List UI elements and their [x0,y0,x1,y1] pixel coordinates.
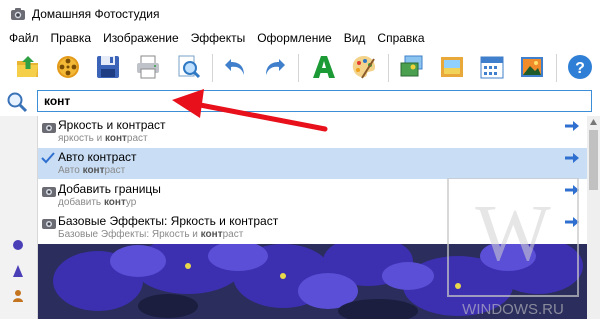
svg-text:?: ? [575,60,585,77]
suggestion-title: Авто контраст [58,150,137,164]
suggestion-item[interactable]: Базовые Эффекты: Яркость и контраст Базо… [38,212,587,243]
subtitle-prefix: добавить [58,197,104,208]
suggestion-title: Добавить границы [58,182,161,196]
print-button[interactable] [132,51,164,83]
tool-dot-icon[interactable] [11,238,25,252]
checkmark-icon [41,152,55,164]
frame-button[interactable] [436,51,468,83]
open-folder-icon [17,56,38,77]
preview-button[interactable] [172,51,204,83]
suggestion-item[interactable]: Яркость и контраст яркость и контраст [38,116,587,147]
printer-icon [137,55,159,79]
subtitle-suffix: раст [126,133,148,144]
postcard-button[interactable] [516,51,548,83]
suggestion-subtitle: Базовые Эффекты: Яркость и контраст [58,229,243,240]
open-button[interactable] [12,51,44,83]
zoom-preview-icon [178,55,201,79]
collage-button[interactable] [396,51,428,83]
help-button[interactable]: ? [564,51,596,83]
go-arrow-icon[interactable] [565,217,579,227]
toolbar-separator [556,54,557,82]
menu-edit[interactable]: Правка [50,31,93,45]
scroll-thumb[interactable] [589,130,598,190]
redo-arrow-icon [266,59,285,75]
floppy-disk-icon [97,56,119,78]
subtitle-suffix: ур [125,197,137,208]
undo-button[interactable] [220,51,252,83]
undo-arrow-icon [225,59,244,75]
library-button[interactable] [52,51,84,83]
toolbar-separator [388,54,389,82]
suggestion-title: Яркость и контраст [58,118,166,132]
suggestion-item[interactable]: Добавить границы добавить контур [38,180,587,211]
title-bar: Домашняя Фотостудия [0,0,600,28]
help-question-icon: ? [568,55,592,79]
camera-icon [42,123,56,133]
redo-button[interactable] [258,51,290,83]
text-button[interactable] [308,51,340,83]
subtitle-suffix: раст [104,165,126,176]
menu-help[interactable]: Справка [376,31,425,45]
go-arrow-icon[interactable] [565,121,579,131]
search-suggestions-dropdown: Яркость и контраст яркость и контраст Ав… [38,116,587,244]
toolbar-separator [298,54,299,82]
window-title: Домашняя Фотостудия [32,7,160,21]
text-a-icon [313,56,335,78]
menu-bar: Файл Правка Изображение Эффекты Оформлен… [0,28,600,48]
subtitle-suffix: раст [222,229,244,240]
palette-button[interactable] [348,51,380,83]
postcard-icon [521,57,543,77]
suggestion-subtitle: яркость и контраст [58,133,148,144]
collage-icon [400,55,423,77]
subtitle-match: конт [200,229,223,240]
menu-image[interactable]: Изображение [102,31,180,45]
subtitle-prefix: Базовые Эффекты: Яркость и [58,229,201,240]
save-button[interactable] [92,51,124,83]
calendar-icon [480,56,504,79]
film-reel-icon [57,56,79,78]
subtitle-match: конт [104,133,127,144]
subtitle-match: конт [82,165,105,176]
frame-icon [441,57,463,77]
go-arrow-icon[interactable] [565,185,579,195]
search-icon [7,92,28,113]
palette-icon [352,56,375,79]
menu-design[interactable]: Оформление [256,31,332,45]
calendar-button[interactable] [476,51,508,83]
camera-icon [42,219,56,229]
subtitle-prefix: яркость и [58,133,105,144]
toolbar: ? [0,48,600,86]
camera-app-icon [11,8,25,20]
tool-cone-icon[interactable] [11,264,25,278]
scrollbar[interactable] [587,116,600,319]
toolbar-separator [212,54,213,82]
subtitle-prefix: Авто [58,165,83,176]
left-tools-strip [0,116,38,319]
tool-person-icon[interactable] [11,289,25,303]
scroll-up-arrow-icon[interactable] [590,119,597,125]
menu-file[interactable]: Файл [8,31,40,45]
menu-view[interactable]: Вид [343,31,367,45]
camera-icon [42,187,56,197]
subtitle-match: конт [103,197,126,208]
suggestion-item[interactable]: Авто контраст Авто контраст [38,148,587,179]
go-arrow-icon[interactable] [565,153,579,163]
suggestion-subtitle: Авто контраст [58,165,125,176]
search-input[interactable] [37,90,592,112]
menu-effects[interactable]: Эффекты [190,31,247,45]
suggestion-subtitle: добавить контур [58,197,136,208]
suggestion-title: Базовые Эффекты: Яркость и контраст [58,214,279,228]
